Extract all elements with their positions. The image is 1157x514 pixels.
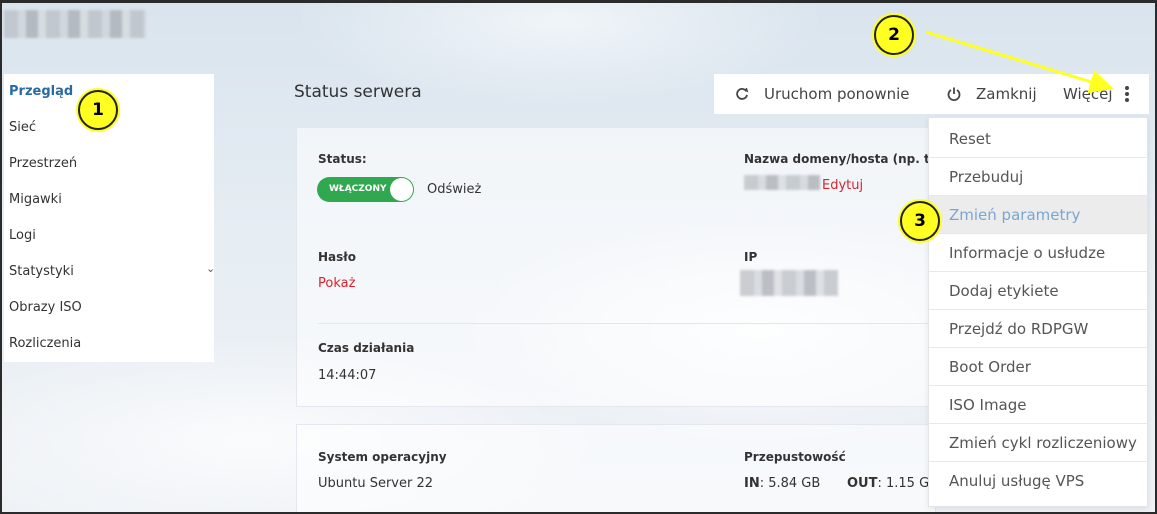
- status-label: Status:: [318, 152, 367, 166]
- bandwidth-label: Przepustowość: [744, 450, 846, 464]
- refresh-icon[interactable]: [734, 85, 750, 106]
- menu-item-iso-image[interactable]: ISO Image: [929, 386, 1147, 424]
- os-label: System operacyjny: [318, 450, 447, 464]
- ip-label: IP: [744, 250, 758, 264]
- edit-link[interactable]: Edytuj: [822, 178, 863, 193]
- menu-item-label: Dodaj etykiete: [949, 282, 1059, 300]
- server-status-card: [296, 127, 936, 407]
- menu-item-label: Boot Order: [949, 358, 1031, 376]
- logo: [4, 10, 146, 38]
- toggle-knob: [390, 178, 413, 201]
- hostname-label: Nazwa domeny/hosta (np. twoj: [744, 152, 930, 166]
- sidebar-item-przeglad[interactable]: Przegląd: [9, 84, 73, 99]
- sidebar-item-logi[interactable]: Logi: [9, 228, 36, 243]
- more-dropdown-menu: Reset Przebuduj Zmień parametry Informac…: [928, 117, 1148, 507]
- show-password-link[interactable]: Pokaż: [318, 276, 355, 291]
- menu-item-label: Reset: [949, 130, 991, 148]
- bandwidth-out-label: OUT: [847, 476, 878, 491]
- bandwidth-in-label: IN: [744, 476, 760, 491]
- annotation-badge-3: 3: [900, 201, 940, 241]
- sidebar-item-przestrzen[interactable]: Przestrzeń: [9, 156, 77, 171]
- password-label: Hasło: [318, 250, 356, 264]
- bandwidth-in-value: : 5.84 GB: [759, 476, 821, 491]
- annotation-number: 3: [914, 211, 926, 231]
- menu-item-service-info[interactable]: Informacje o usłudze: [929, 234, 1147, 272]
- ip-value: [740, 270, 838, 296]
- sidebar-item-statystyki[interactable]: Statystyki: [9, 264, 74, 279]
- bandwidth-in: IN: 5.84 GB: [744, 476, 820, 491]
- menu-item-label: Przebuduj: [949, 168, 1024, 186]
- more-button[interactable]: Więcej: [1063, 85, 1113, 103]
- toggle-state-label: WŁĄCZONY: [329, 184, 387, 194]
- sidebar-item-siec[interactable]: Sieć: [9, 120, 36, 135]
- sidebar-item-obrazy-iso[interactable]: Obrazy ISO: [9, 300, 82, 315]
- menu-item-label: ISO Image: [949, 396, 1027, 414]
- sidebar-item-migawki[interactable]: Migawki: [9, 192, 62, 207]
- menu-item-boot-order[interactable]: Boot Order: [929, 348, 1147, 386]
- power-toggle[interactable]: WŁĄCZONY: [317, 177, 414, 202]
- hostname-value: [744, 175, 820, 190]
- menu-item-add-label[interactable]: Dodaj etykiete: [929, 272, 1147, 310]
- menu-item-cancel-vps[interactable]: Anuluj usługę VPS: [929, 462, 1147, 500]
- menu-item-rdpgw[interactable]: Przejdź do RDPGW: [929, 310, 1147, 348]
- uptime-label: Czas działania: [318, 341, 415, 355]
- sidebar-item-rozliczenia[interactable]: Rozliczenia: [9, 336, 81, 351]
- os-value: Ubuntu Server 22: [318, 476, 434, 491]
- chevron-down-icon[interactable]: ⌄: [206, 262, 215, 275]
- menu-item-reset[interactable]: Reset: [929, 120, 1147, 158]
- annotation-number: 1: [92, 100, 104, 120]
- annotation-badge-1: 1: [78, 90, 118, 130]
- menu-item-label: Przejdź do RDPGW: [949, 320, 1089, 338]
- uptime-value: 14:44:07: [318, 368, 377, 383]
- refresh-link[interactable]: Odśwież: [427, 182, 481, 197]
- annotation-badge-2: 2: [874, 15, 914, 55]
- restart-button[interactable]: Uruchom ponownie: [764, 85, 910, 103]
- power-icon[interactable]: [946, 85, 962, 106]
- menu-item-label: Zmień parametry: [949, 206, 1081, 224]
- page-title: Status serwera: [294, 82, 422, 102]
- menu-item-label: Informacje o usłudze: [949, 244, 1106, 262]
- server-toolbar: Uruchom ponownie Zamknij Więcej: [714, 74, 1149, 114]
- server-info-card: [296, 424, 936, 514]
- menu-item-label: Anuluj usługę VPS: [949, 472, 1085, 490]
- menu-item-change-parameters[interactable]: Zmień parametry: [929, 196, 1147, 234]
- menu-item-label: Zmień cykl rozliczeniowy: [949, 434, 1137, 452]
- more-vertical-icon[interactable]: [1121, 84, 1133, 104]
- divider: [318, 323, 930, 324]
- annotation-number: 2: [888, 25, 900, 45]
- menu-item-rebuild[interactable]: Przebuduj: [929, 158, 1147, 196]
- bandwidth-out: OUT: 1.15 GB: [847, 476, 938, 491]
- shutdown-button[interactable]: Zamknij: [976, 85, 1037, 103]
- menu-item-billing-cycle[interactable]: Zmień cykl rozliczeniowy: [929, 424, 1147, 462]
